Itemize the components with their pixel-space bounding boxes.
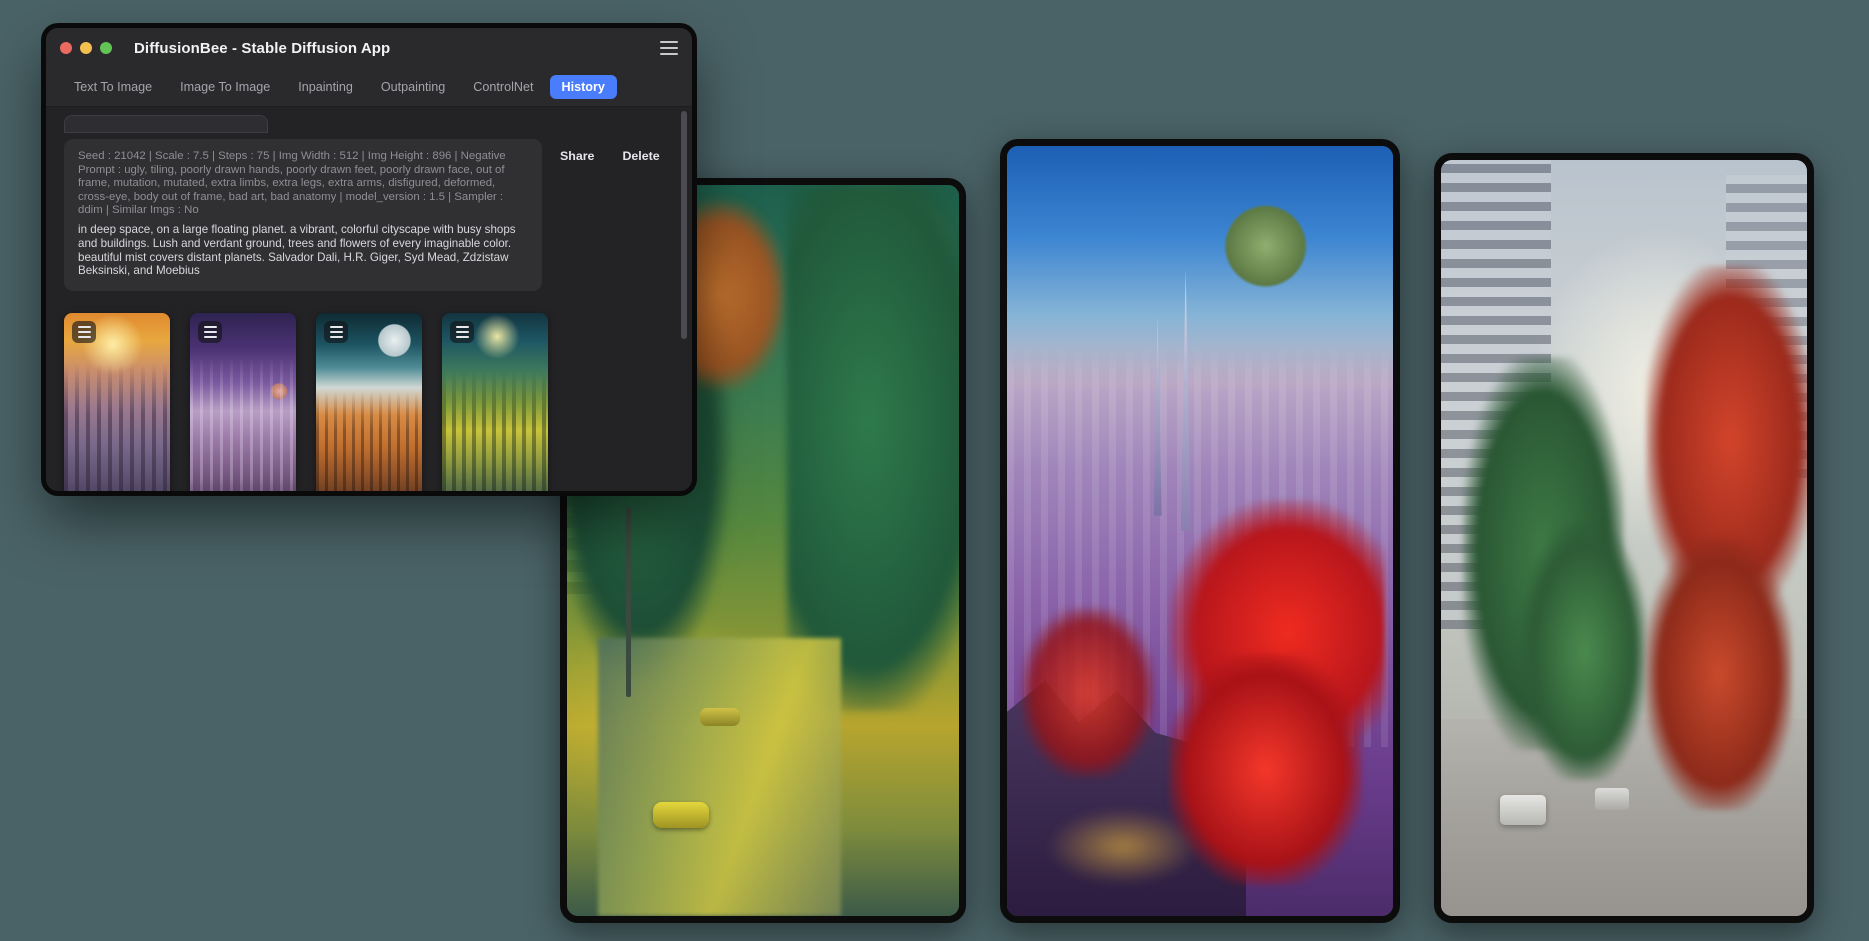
history-entry-actions: Share Delete: [560, 139, 660, 163]
thumbnail-menu-icon[interactable]: [324, 321, 348, 344]
thumbnail-menu-icon[interactable]: [450, 321, 474, 344]
share-button[interactable]: Share: [560, 149, 594, 163]
traffic-light-buttons: [60, 42, 112, 54]
history-scroll-area: Seed : 21042 | Scale : 7.5 | Steps : 75 …: [46, 107, 692, 491]
thumbnail-menu-icon[interactable]: [198, 321, 222, 344]
generated-image-purple-megacity-art: [1007, 146, 1393, 916]
thumbnail-1[interactable]: [64, 313, 170, 491]
thumbnail-menu-icon[interactable]: [72, 321, 96, 344]
delete-button[interactable]: Delete: [622, 149, 659, 163]
tab-image-to-image[interactable]: Image To Image: [168, 75, 282, 99]
thumbnail-3[interactable]: [316, 313, 422, 491]
history-entry: Seed : 21042 | Scale : 7.5 | Steps : 75 …: [64, 139, 670, 292]
prompt-text: in deep space, on a large floating plane…: [78, 222, 516, 278]
history-thumbnail-row: [64, 313, 670, 491]
history-scrollbar-thumb[interactable]: [681, 111, 687, 339]
tab-controlnet[interactable]: ControlNet: [461, 75, 545, 99]
generated-image-misty-boulevard-art: [1441, 160, 1807, 916]
history-content: Seed : 21042 | Scale : 7.5 | Steps : 75 …: [46, 107, 692, 491]
history-entry-details: Seed : 21042 | Scale : 7.5 | Steps : 75 …: [64, 139, 542, 292]
minimize-window-button[interactable]: [80, 42, 92, 54]
maximize-window-button[interactable]: [100, 42, 112, 54]
diffusionbee-window: DiffusionBee - Stable Diffusion App Text…: [46, 28, 692, 491]
desktop-background: DiffusionBee - Stable Diffusion App Text…: [0, 0, 1869, 941]
previous-history-entry-partial[interactable]: [64, 115, 268, 133]
main-tab-bar: Text To Image Image To Image Inpainting …: [46, 68, 692, 107]
thumbnail-2[interactable]: [190, 313, 296, 491]
thumbnail-4[interactable]: [442, 313, 548, 491]
close-window-button[interactable]: [60, 42, 72, 54]
generation-metadata-text: Seed : 21042 | Scale : 7.5 | Steps : 75 …: [78, 150, 509, 217]
generated-image-misty-boulevard[interactable]: [1434, 153, 1814, 923]
window-titlebar: DiffusionBee - Stable Diffusion App: [46, 28, 692, 68]
tab-text-to-image[interactable]: Text To Image: [62, 75, 164, 99]
hamburger-menu-icon[interactable]: [660, 41, 678, 55]
tab-inpainting[interactable]: Inpainting: [286, 75, 365, 99]
tab-outpainting[interactable]: Outpainting: [369, 75, 457, 99]
tab-history[interactable]: History: [549, 75, 617, 99]
generated-image-purple-megacity[interactable]: [1000, 139, 1400, 923]
window-title: DiffusionBee - Stable Diffusion App: [134, 39, 391, 57]
